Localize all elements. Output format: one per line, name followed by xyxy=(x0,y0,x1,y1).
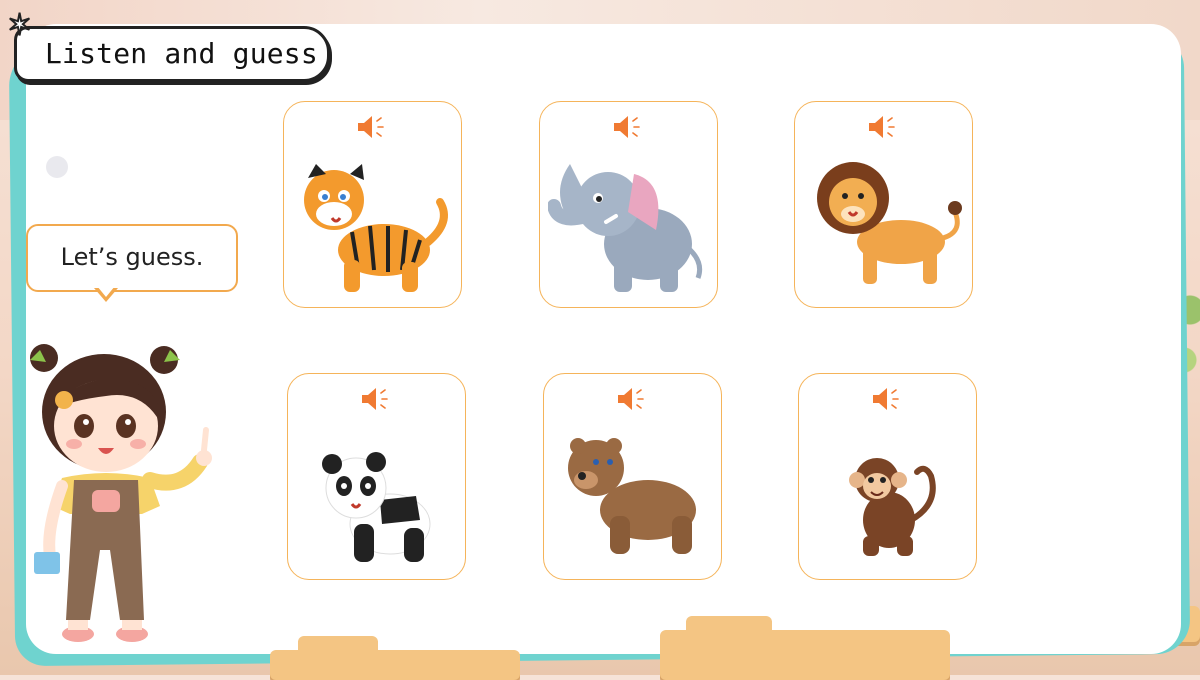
desk xyxy=(660,630,950,680)
speaker-icon[interactable] xyxy=(360,386,390,412)
panda-image xyxy=(322,452,431,562)
animal-card-elephant[interactable] xyxy=(539,101,718,308)
animal-card-panda[interactable] xyxy=(287,373,466,580)
page-title: Listen and guess xyxy=(45,37,318,70)
star-icon: ✶ xyxy=(6,8,33,43)
monkey-image xyxy=(849,458,936,556)
decor-dot xyxy=(46,156,68,178)
lion-image xyxy=(817,162,962,284)
tiger-image xyxy=(304,164,448,292)
speaker-icon[interactable] xyxy=(612,114,642,140)
speaker-icon[interactable] xyxy=(871,386,901,412)
speech-bubble-tail xyxy=(94,286,118,302)
speech-bubble: Let’s guess. xyxy=(26,224,238,302)
title-badge: ✶ Listen and guess xyxy=(6,10,330,82)
speech-bubble-text: Let’s guess. xyxy=(60,243,204,271)
elephant-image xyxy=(548,164,703,292)
speaker-icon[interactable] xyxy=(616,386,646,412)
animal-card-bear[interactable] xyxy=(543,373,722,580)
girl-character xyxy=(30,344,212,642)
speaker-icon[interactable] xyxy=(356,114,386,140)
speaker-icon[interactable] xyxy=(867,114,897,140)
animal-card-tiger[interactable] xyxy=(283,101,462,308)
animal-card-lion[interactable] xyxy=(794,101,973,308)
animal-card-monkey[interactable] xyxy=(798,373,977,580)
bear-image xyxy=(568,438,696,554)
desk xyxy=(270,650,520,680)
